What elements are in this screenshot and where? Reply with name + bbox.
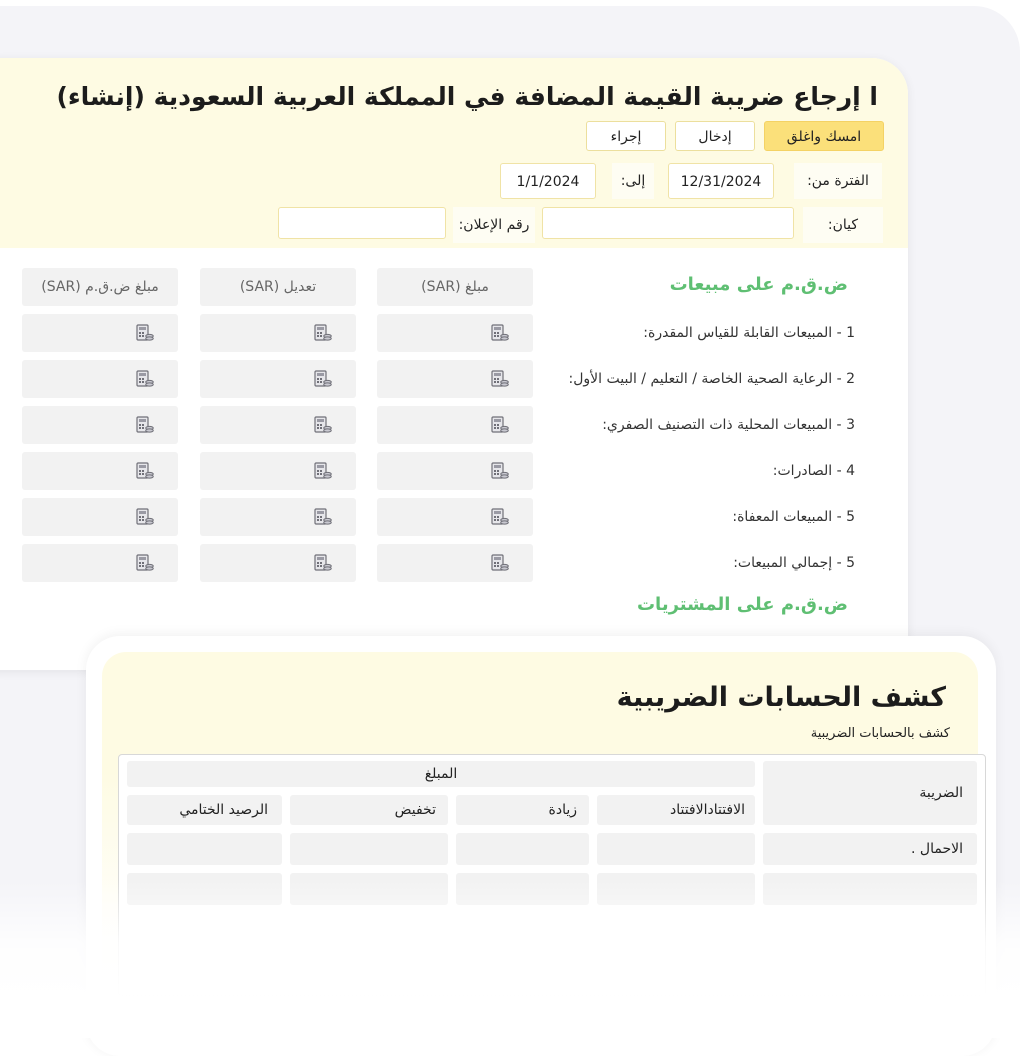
calculator-icon[interactable] <box>491 508 509 526</box>
period-from-input[interactable]: 12/31/2024 <box>668 163 774 199</box>
calculator-icon[interactable] <box>491 324 509 342</box>
header-closing: الرصيد الختامي <box>127 795 282 825</box>
sales-row-label: 1 - المبيعات القابلة للقياس المقدرة: <box>643 325 855 341</box>
column-header-adjustment: تعديل (SAR) <box>200 268 356 306</box>
sales-cell-vat-amount[interactable] <box>22 406 178 444</box>
table-cell[interactable] <box>456 873 589 905</box>
calculator-icon[interactable] <box>491 416 509 434</box>
sales-cell-adjustment[interactable] <box>200 498 356 536</box>
calculator-icon[interactable] <box>314 554 332 572</box>
declaration-number-label: رقم الإعلان: <box>453 207 535 243</box>
sales-cell-amount[interactable] <box>377 360 533 398</box>
calculator-icon[interactable] <box>314 508 332 526</box>
calculator-icon[interactable] <box>136 370 154 388</box>
table-cell[interactable] <box>763 873 977 905</box>
page-title: ا إرجاع ضريبة القيمة المضافة في المملكة … <box>56 82 878 111</box>
sales-cell-amount[interactable] <box>377 406 533 444</box>
sales-cell-adjustment[interactable] <box>200 360 356 398</box>
vat-return-window: ا إرجاع ضريبة القيمة المضافة في المملكة … <box>0 58 908 670</box>
sales-cell-amount[interactable] <box>377 452 533 490</box>
sales-cell-adjustment[interactable] <box>200 406 356 444</box>
calculator-icon[interactable] <box>136 554 154 572</box>
sales-cell-adjustment[interactable] <box>200 452 356 490</box>
table-cell[interactable] <box>127 873 282 905</box>
sales-cell-adjustment[interactable] <box>200 314 356 352</box>
calculator-icon[interactable] <box>491 462 509 480</box>
column-header-vat-amount: مبلغ ض.ق.م (SAR) <box>22 268 178 306</box>
tax-statement-title: كشف الحسابات الضريبية <box>616 682 946 713</box>
vat-return-body: ض.ق.م على مبيعات مبلغ (SAR) تعديل (SAR) … <box>0 248 908 670</box>
table-cell[interactable] <box>597 833 755 865</box>
calculator-icon[interactable] <box>314 462 332 480</box>
calculator-icon[interactable] <box>136 508 154 526</box>
tax-accounts-table: الضريبة المبلغ الافتتادالافتتاد زيادة تخ… <box>118 754 986 996</box>
sales-cell-vat-amount[interactable] <box>22 544 178 582</box>
tax-statement-subtitle: كشف بالحسابات الضريبية <box>810 726 950 741</box>
sales-cell-vat-amount[interactable] <box>22 452 178 490</box>
table-cell[interactable] <box>290 873 448 905</box>
sales-cell-amount[interactable] <box>377 498 533 536</box>
table-cell[interactable] <box>456 833 589 865</box>
sales-cell-amount[interactable] <box>377 544 533 582</box>
header-opening: الافتتادالافتتاد <box>597 795 755 825</box>
table-cell[interactable] <box>127 833 282 865</box>
calculator-icon[interactable] <box>314 370 332 388</box>
sales-row-label: 2 - الرعاية الصحية الخاصة / التعليم / ال… <box>568 371 855 387</box>
period-from-label: الفترة من: <box>794 163 882 199</box>
sales-row-label: 5 - المبيعات المعفاة: <box>732 509 855 525</box>
sales-section-title: ض.ق.م على مبيعات <box>669 274 848 295</box>
save-close-button[interactable]: امسك واغلق <box>764 121 884 151</box>
column-header-amount: مبلغ (SAR) <box>377 268 533 306</box>
sales-cell-vat-amount[interactable] <box>22 498 178 536</box>
table-cell[interactable] <box>290 833 448 865</box>
calculator-icon[interactable] <box>491 370 509 388</box>
calculator-icon[interactable] <box>136 462 154 480</box>
entry-button[interactable]: إدخال <box>675 121 755 151</box>
vat-return-header: ا إرجاع ضريبة القيمة المضافة في المملكة … <box>0 58 908 248</box>
calculator-icon[interactable] <box>314 416 332 434</box>
action-button[interactable]: إجراء <box>586 121 666 151</box>
sales-cell-amount[interactable] <box>377 314 533 352</box>
entity-input[interactable] <box>542 207 794 239</box>
calculator-icon[interactable] <box>314 324 332 342</box>
tax-statement-panel: كشف الحسابات الضريبية كشف بالحسابات الضر… <box>102 652 986 1032</box>
table-cell[interactable] <box>597 873 755 905</box>
entity-label: كيان: <box>803 207 883 243</box>
sales-cell-vat-amount[interactable] <box>22 360 178 398</box>
sales-row-label: 3 - المبيعات المحلية ذات التصنيف الصفري: <box>602 417 855 433</box>
purchases-section-title: ض.ق.م على المشتريات <box>636 594 848 615</box>
header-tax: الضريبة <box>763 761 977 825</box>
table-row-label: الاحمال . <box>763 833 977 865</box>
sales-row-label: 5 - إجمالي المبيعات: <box>733 555 855 571</box>
calculator-icon[interactable] <box>491 554 509 572</box>
header-decrease: تخفيض <box>290 795 448 825</box>
sales-row-label: 4 - الصادرات: <box>772 463 855 479</box>
calculator-icon[interactable] <box>136 324 154 342</box>
header-increase: زيادة <box>456 795 589 825</box>
sales-cell-adjustment[interactable] <box>200 544 356 582</box>
calculator-icon[interactable] <box>136 416 154 434</box>
tax-statement-window: كشف الحسابات الضريبية كشف بالحسابات الضر… <box>86 636 996 1056</box>
header-amount: المبلغ <box>127 761 755 787</box>
sales-cell-vat-amount[interactable] <box>22 314 178 352</box>
declaration-number-input[interactable] <box>278 207 446 239</box>
period-to-label: إلى: <box>612 163 654 199</box>
period-to-input[interactable]: 1/1/2024 <box>500 163 596 199</box>
